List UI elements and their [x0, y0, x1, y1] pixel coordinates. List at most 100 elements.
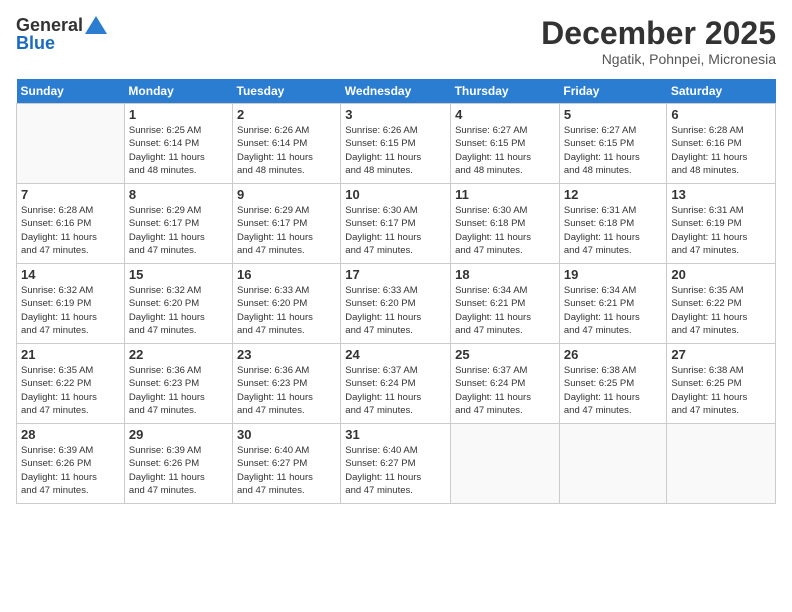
day-info: Sunrise: 6:26 AMSunset: 6:14 PMDaylight:… — [237, 124, 336, 177]
day-number: 26 — [564, 347, 662, 362]
day-info: Sunrise: 6:28 AMSunset: 6:16 PMDaylight:… — [21, 204, 120, 257]
day-number: 19 — [564, 267, 662, 282]
day-number: 22 — [129, 347, 228, 362]
day-info: Sunrise: 6:37 AMSunset: 6:24 PMDaylight:… — [455, 364, 555, 417]
col-tuesday: Tuesday — [233, 79, 341, 104]
day-info: Sunrise: 6:39 AMSunset: 6:26 PMDaylight:… — [129, 444, 228, 497]
calendar-cell: 31Sunrise: 6:40 AMSunset: 6:27 PMDayligh… — [341, 424, 451, 504]
day-info: Sunrise: 6:26 AMSunset: 6:15 PMDaylight:… — [345, 124, 446, 177]
day-number: 18 — [455, 267, 555, 282]
day-info: Sunrise: 6:34 AMSunset: 6:21 PMDaylight:… — [455, 284, 555, 337]
calendar-cell: 11 Sunrise: 6:30 AMSunset: 6:18 PMDayligh… — [451, 184, 560, 264]
day-number: 15 — [129, 267, 228, 282]
calendar-cell: 2 Sunrise: 6:26 AMSunset: 6:14 PMDaylight… — [233, 104, 341, 184]
day-info: Sunrise: 6:40 AMSunset: 6:27 PMDaylight:… — [237, 444, 336, 497]
day-number: 17 — [345, 267, 446, 282]
day-number: 25 — [455, 347, 555, 362]
calendar-cell: 26 Sunrise: 6:38 AMSunset: 6:25 PMDayligh… — [559, 344, 666, 424]
calendar-cell — [17, 104, 125, 184]
day-number: 29 — [129, 427, 228, 442]
calendar-cell: 8 Sunrise: 6:29 AMSunset: 6:17 PMDaylight… — [124, 184, 232, 264]
day-info: Sunrise: 6:27 AMSunset: 6:15 PMDaylight:… — [455, 124, 555, 177]
week-row-1: 1Sunrise: 6:25 AMSunset: 6:14 PMDaylight… — [17, 104, 776, 184]
day-info: Sunrise: 6:30 AMSunset: 6:18 PMDaylight:… — [455, 204, 555, 257]
calendar-cell: 16 Sunrise: 6:33 AMSunset: 6:20 PMDayligh… — [233, 264, 341, 344]
col-wednesday: Wednesday — [341, 79, 451, 104]
day-info: Sunrise: 6:32 AMSunset: 6:20 PMDaylight:… — [129, 284, 228, 337]
day-info: Sunrise: 6:30 AMSunset: 6:17 PMDaylight:… — [345, 204, 446, 257]
day-number: 6 — [671, 107, 771, 122]
calendar-cell: 6Sunrise: 6:28 AMSunset: 6:16 PMDaylight… — [667, 104, 776, 184]
calendar-header-row: Sunday Monday Tuesday Wednesday Thursday… — [17, 79, 776, 104]
day-number: 24 — [345, 347, 446, 362]
day-number: 2 — [237, 107, 336, 122]
calendar-cell: 24 Sunrise: 6:37 AMSunset: 6:24 PMDayligh… — [341, 344, 451, 424]
day-info: Sunrise: 6:36 AMSunset: 6:23 PMDaylight:… — [129, 364, 228, 417]
col-thursday: Thursday — [451, 79, 560, 104]
calendar-cell: 29 Sunrise: 6:39 AMSunset: 6:26 PMDayligh… — [124, 424, 232, 504]
day-number: 9 — [237, 187, 336, 202]
calendar-cell: 18 Sunrise: 6:34 AMSunset: 6:21 PMDayligh… — [451, 264, 560, 344]
calendar-cell: 10 Sunrise: 6:30 AMSunset: 6:17 PMDayligh… — [341, 184, 451, 264]
day-number: 7 — [21, 187, 120, 202]
calendar-cell — [559, 424, 666, 504]
calendar-cell: 30 Sunrise: 6:40 AMSunset: 6:27 PMDayligh… — [233, 424, 341, 504]
day-number: 23 — [237, 347, 336, 362]
col-sunday: Sunday — [17, 79, 125, 104]
calendar-cell: 14 Sunrise: 6:32 AMSunset: 6:19 PMDayligh… — [17, 264, 125, 344]
week-row-2: 7 Sunrise: 6:28 AMSunset: 6:16 PMDaylight… — [17, 184, 776, 264]
day-info: Sunrise: 6:36 AMSunset: 6:23 PMDaylight:… — [237, 364, 336, 417]
calendar-cell: 13 Sunrise: 6:31 AMSunset: 6:19 PMDayligh… — [667, 184, 776, 264]
calendar-cell: 25 Sunrise: 6:37 AMSunset: 6:24 PMDayligh… — [451, 344, 560, 424]
calendar-cell: 23 Sunrise: 6:36 AMSunset: 6:23 PMDayligh… — [233, 344, 341, 424]
col-monday: Monday — [124, 79, 232, 104]
calendar-cell: 1Sunrise: 6:25 AMSunset: 6:14 PMDaylight… — [124, 104, 232, 184]
day-number: 12 — [564, 187, 662, 202]
day-info: Sunrise: 6:39 AMSunset: 6:26 PMDaylight:… — [21, 444, 120, 497]
calendar-cell: 20 Sunrise: 6:35 AMSunset: 6:22 PMDayligh… — [667, 264, 776, 344]
day-info: Sunrise: 6:33 AMSunset: 6:20 PMDaylight:… — [237, 284, 336, 337]
day-number: 10 — [345, 187, 446, 202]
calendar-cell: 17 Sunrise: 6:33 AMSunset: 6:20 PMDayligh… — [341, 264, 451, 344]
calendar-cell: 15 Sunrise: 6:32 AMSunset: 6:20 PMDayligh… — [124, 264, 232, 344]
day-number: 20 — [671, 267, 771, 282]
day-info: Sunrise: 6:37 AMSunset: 6:24 PMDaylight:… — [345, 364, 446, 417]
day-info: Sunrise: 6:38 AMSunset: 6:25 PMDaylight:… — [564, 364, 662, 417]
day-number: 27 — [671, 347, 771, 362]
calendar-cell: 9Sunrise: 6:29 AMSunset: 6:17 PMDaylight… — [233, 184, 341, 264]
day-info: Sunrise: 6:33 AMSunset: 6:20 PMDaylight:… — [345, 284, 446, 337]
day-number: 4 — [455, 107, 555, 122]
day-info: Sunrise: 6:40 AMSunset: 6:27 PMDaylight:… — [345, 444, 446, 497]
title-area: December 2025 Ngatik, Pohnpei, Micronesi… — [541, 16, 776, 67]
day-number: 11 — [455, 187, 555, 202]
calendar-cell: 3 Sunrise: 6:26 AMSunset: 6:15 PMDaylight… — [341, 104, 451, 184]
logo-icon — [85, 16, 107, 34]
calendar-cell: 28Sunrise: 6:39 AMSunset: 6:26 PMDayligh… — [17, 424, 125, 504]
day-info: Sunrise: 6:32 AMSunset: 6:19 PMDaylight:… — [21, 284, 120, 337]
day-info: Sunrise: 6:27 AMSunset: 6:15 PMDaylight:… — [564, 124, 662, 177]
calendar-cell: 27 Sunrise: 6:38 AMSunset: 6:25 PMDayligh… — [667, 344, 776, 424]
calendar-cell: 4 Sunrise: 6:27 AMSunset: 6:15 PMDaylight… — [451, 104, 560, 184]
location-subtitle: Ngatik, Pohnpei, Micronesia — [541, 51, 776, 67]
day-number: 8 — [129, 187, 228, 202]
day-info: Sunrise: 6:29 AMSunset: 6:17 PMDaylight:… — [129, 204, 228, 257]
day-number: 5 — [564, 107, 662, 122]
calendar-cell: 7 Sunrise: 6:28 AMSunset: 6:16 PMDaylight… — [17, 184, 125, 264]
week-row-5: 28Sunrise: 6:39 AMSunset: 6:26 PMDayligh… — [17, 424, 776, 504]
calendar-cell: 19 Sunrise: 6:34 AMSunset: 6:21 PMDayligh… — [559, 264, 666, 344]
day-number: 14 — [21, 267, 120, 282]
calendar-cell: 5 Sunrise: 6:27 AMSunset: 6:15 PMDaylight… — [559, 104, 666, 184]
col-saturday: Saturday — [667, 79, 776, 104]
day-info: Sunrise: 6:31 AMSunset: 6:19 PMDaylight:… — [671, 204, 771, 257]
day-number: 30 — [237, 427, 336, 442]
day-number: 13 — [671, 187, 771, 202]
day-info: Sunrise: 6:34 AMSunset: 6:21 PMDaylight:… — [564, 284, 662, 337]
day-info: Sunrise: 6:35 AMSunset: 6:22 PMDaylight:… — [671, 284, 771, 337]
header: General Blue December 2025 Ngatik, Pohnp… — [16, 16, 776, 67]
day-info: Sunrise: 6:38 AMSunset: 6:25 PMDaylight:… — [671, 364, 771, 417]
day-number: 3 — [345, 107, 446, 122]
day-info: Sunrise: 6:35 AMSunset: 6:22 PMDaylight:… — [21, 364, 120, 417]
day-info: Sunrise: 6:25 AMSunset: 6:14 PMDaylight:… — [129, 124, 228, 177]
calendar-cell: 21Sunrise: 6:35 AMSunset: 6:22 PMDayligh… — [17, 344, 125, 424]
day-number: 16 — [237, 267, 336, 282]
